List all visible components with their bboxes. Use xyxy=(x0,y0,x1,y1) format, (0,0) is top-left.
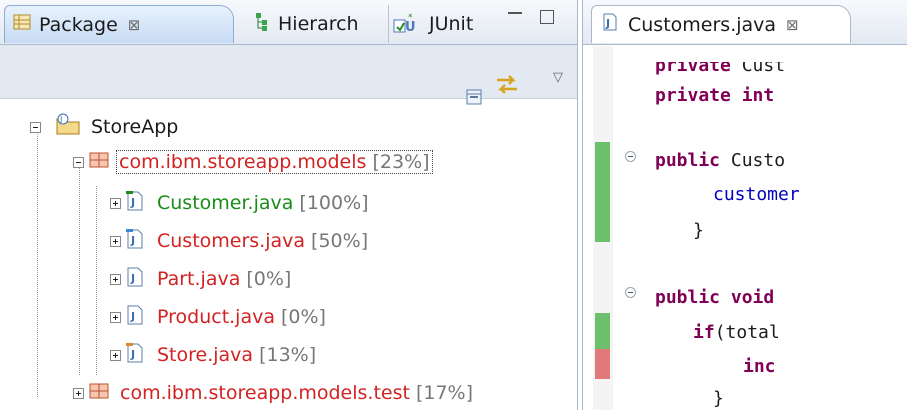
tree-file-row[interactable]: J Store.java [13%] xyxy=(110,338,316,372)
tab-customers-java[interactable]: J Customers.java ⊠ xyxy=(591,5,851,43)
java-file-icon: J xyxy=(125,304,145,331)
file-name: Customers.java xyxy=(157,230,306,252)
expand-toggle-icon[interactable] xyxy=(110,311,121,323)
coverage-percent: [17%] xyxy=(415,382,474,404)
coverage-percent: [0%] xyxy=(246,268,292,290)
editor-view: J Customers.java ⊠ private Cust private … xyxy=(582,0,907,410)
svg-text:J: J xyxy=(130,196,135,209)
junit-icon: * U xyxy=(393,11,421,38)
fold-toggle-icon[interactable] xyxy=(625,287,636,298)
view-menu-icon[interactable]: ▽ xyxy=(553,70,563,85)
collapse-toggle-icon[interactable] xyxy=(30,121,41,133)
code-line: private Cust xyxy=(655,55,786,76)
tree-file-row[interactable]: J Customer.java [100%] xyxy=(110,186,369,220)
code-line: } xyxy=(693,220,704,241)
fold-toggle-icon[interactable] xyxy=(625,151,636,162)
coverage-percent: [50%] xyxy=(311,230,369,252)
file-name: Part.java xyxy=(157,268,241,290)
view-tab-bar: Package ⊠ Hierarch * U JUnit xyxy=(0,0,577,45)
package-name: com.ibm.storeapp.models.test xyxy=(120,382,410,404)
file-name: Product.java xyxy=(157,306,275,328)
tab-label: Hierarch xyxy=(278,13,359,35)
tab-label: JUnit xyxy=(429,13,474,35)
package-icon xyxy=(88,150,110,175)
tree-package-row[interactable]: com.ibm.storeapp.models [23%] xyxy=(73,145,433,179)
package-icon xyxy=(88,381,110,406)
tab-package-explorer[interactable]: Package ⊠ xyxy=(4,5,234,43)
java-file-icon: J xyxy=(125,190,145,217)
java-project-icon: J xyxy=(55,113,81,142)
collapse-all-icon[interactable] xyxy=(466,89,482,109)
coverage-percent: [23%] xyxy=(372,151,430,173)
java-file-icon: J xyxy=(602,12,618,37)
tree-file-row[interactable]: J Customers.java [50%] xyxy=(110,224,368,258)
coverage-marker-covered xyxy=(595,313,610,349)
editor-tab-bar: J Customers.java ⊠ xyxy=(583,0,907,45)
tree-package-row[interactable]: com.ibm.storeapp.models.test [17%] xyxy=(73,376,473,410)
close-icon[interactable]: ⊠ xyxy=(786,16,799,34)
coverage-marker-covered xyxy=(595,142,610,242)
coverage-marker-uncovered xyxy=(595,349,610,379)
expand-toggle-icon[interactable] xyxy=(110,235,121,247)
view-toolbar xyxy=(0,45,577,99)
hierarchy-icon xyxy=(254,12,270,37)
svg-text:J: J xyxy=(130,348,135,361)
view-controls xyxy=(508,8,574,30)
tree-file-row[interactable]: J Part.java [0%] xyxy=(110,262,291,296)
code-line: inc xyxy=(743,356,776,377)
tree-node-label: com.ibm.storeapp.models [23%] xyxy=(116,150,433,174)
package-explorer-icon xyxy=(13,13,31,36)
tab-junit[interactable]: * U JUnit xyxy=(388,5,493,43)
maximize-icon[interactable] xyxy=(540,10,554,24)
link-with-editor-icon[interactable] xyxy=(495,74,519,100)
code-line: customer xyxy=(713,184,800,205)
package-explorer-view: Package ⊠ Hierarch * U JUnit ▽ J StoreAp… xyxy=(0,0,578,410)
svg-text:U: U xyxy=(405,20,416,33)
coverage-percent: [100%] xyxy=(299,192,369,214)
svg-text:J: J xyxy=(130,310,135,323)
file-name: Store.java xyxy=(157,344,254,366)
code-line: if(total xyxy=(693,322,780,343)
editor-tab-label: Customers.java xyxy=(628,13,777,36)
tab-hierarchy[interactable]: Hierarch xyxy=(246,5,382,43)
code-line: public void xyxy=(655,287,775,308)
coverage-percent: [0%] xyxy=(281,306,326,328)
code-line: private int xyxy=(655,85,775,106)
expand-toggle-icon[interactable] xyxy=(110,273,121,285)
svg-text:J: J xyxy=(59,115,62,124)
tree-connector xyxy=(79,159,80,375)
tab-label: Package xyxy=(39,13,118,36)
minimize-icon[interactable] xyxy=(508,12,522,24)
svg-text:J: J xyxy=(605,17,610,30)
java-file-icon: J xyxy=(125,228,145,255)
svg-text:J: J xyxy=(130,272,135,285)
package-name: com.ibm.storeapp.models xyxy=(119,151,367,173)
svg-text:J: J xyxy=(130,234,135,247)
code-line: public Custo xyxy=(655,150,786,171)
project-label: StoreApp xyxy=(91,116,179,138)
close-icon[interactable]: ⊠ xyxy=(128,16,141,34)
code-line: } xyxy=(713,388,724,409)
tree-connector xyxy=(96,186,97,375)
file-name: Customer.java xyxy=(157,192,294,214)
expand-toggle-icon[interactable] xyxy=(73,387,84,399)
expand-toggle-icon[interactable] xyxy=(110,349,121,361)
java-file-icon: J xyxy=(125,342,145,369)
tree-project-row[interactable]: J StoreApp xyxy=(30,110,178,144)
tree-connector xyxy=(37,131,38,397)
java-file-icon: J xyxy=(125,266,145,293)
coverage-percent: [13%] xyxy=(259,344,317,366)
expand-toggle-icon[interactable] xyxy=(110,197,121,209)
tree-file-row[interactable]: J Product.java [0%] xyxy=(110,300,326,334)
collapse-toggle-icon[interactable] xyxy=(73,156,84,168)
